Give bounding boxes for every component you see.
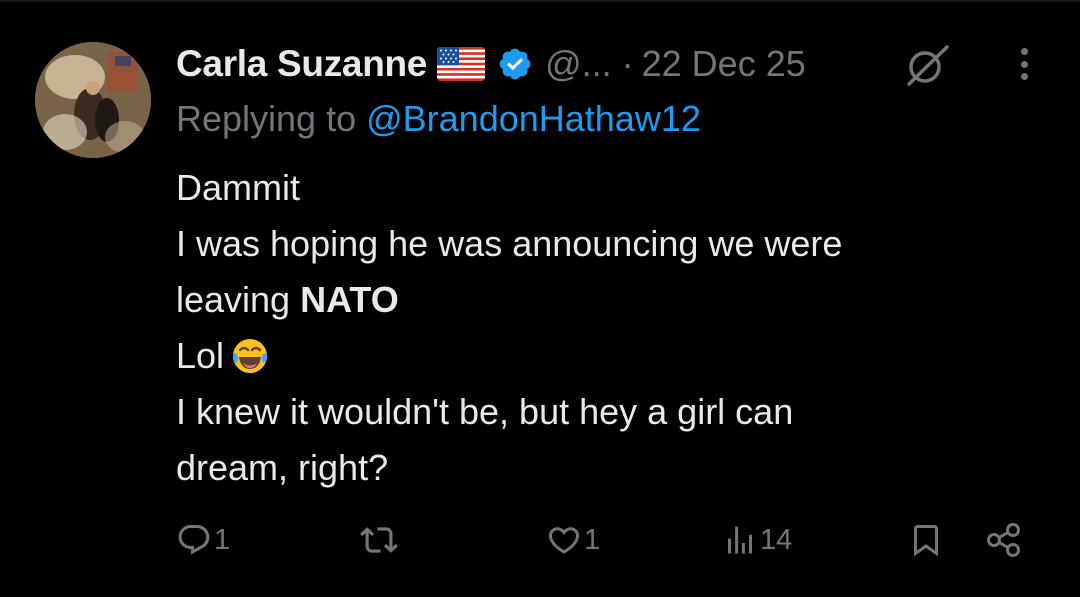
tweet-line-text: Lol — [176, 335, 225, 376]
grok-icon[interactable] — [903, 44, 951, 86]
verified-badge-icon[interactable] — [497, 46, 533, 82]
tweet-header: Carla Suzanne @... · 22 Dec 25 — [176, 40, 806, 88]
author-handle[interactable]: @... — [545, 43, 612, 85]
tweet-line: dream, right? — [176, 447, 389, 488]
views-icon — [722, 522, 758, 558]
separator-dot: · — [621, 43, 634, 84]
views-button[interactable]: 14 — [722, 510, 792, 570]
tweet-date[interactable]: 22 Dec 25 — [642, 43, 806, 85]
reply-count: 1 — [214, 523, 231, 556]
views-count: 14 — [760, 523, 793, 556]
us-flag-icon — [437, 47, 486, 81]
reply-mention-link[interactable]: @BrandonHathaw12 — [366, 98, 701, 139]
heart-icon — [546, 522, 582, 558]
bookmark-button[interactable] — [908, 510, 944, 570]
top-divider — [0, 0, 1080, 2]
action-bar: 1 1 14 — [0, 510, 1080, 570]
tweet-line: I knew it wouldn't be, but hey a girl ca… — [176, 391, 794, 432]
reply-icon — [176, 522, 212, 558]
replying-to: Replying to @BrandonHathaw12 — [176, 98, 701, 140]
more-icon[interactable] — [1010, 44, 1038, 84]
tears-of-joy-emoji — [230, 336, 270, 376]
repost-button[interactable] — [360, 510, 400, 570]
avatar[interactable] — [35, 42, 151, 158]
like-button[interactable]: 1 — [546, 510, 600, 570]
repost-icon — [360, 521, 398, 559]
tweet-line-text: leaving — [176, 279, 301, 320]
more-dot — [1020, 48, 1028, 55]
tweet-bold-text: NATO — [300, 279, 399, 320]
more-dot — [1020, 60, 1028, 68]
avatar-image — [35, 42, 151, 158]
bookmark-icon — [908, 521, 944, 559]
tweet-line: Dammit — [176, 167, 300, 208]
tweet-line: Lol — [176, 328, 1056, 384]
tweet-text: Dammit I was hoping he was announcing we… — [176, 160, 1056, 496]
more-dot — [1020, 73, 1028, 80]
replying-to-label: Replying to — [176, 98, 367, 139]
share-button[interactable] — [984, 510, 1024, 570]
author-name[interactable]: Carla Suzanne — [176, 43, 427, 85]
share-icon — [984, 520, 1024, 560]
like-count: 1 — [584, 523, 601, 556]
tweet-line: leaving NATO — [176, 272, 1056, 328]
tweet-line: I was hoping he was announcing we were — [176, 223, 843, 264]
reply-button[interactable]: 1 — [176, 510, 230, 570]
